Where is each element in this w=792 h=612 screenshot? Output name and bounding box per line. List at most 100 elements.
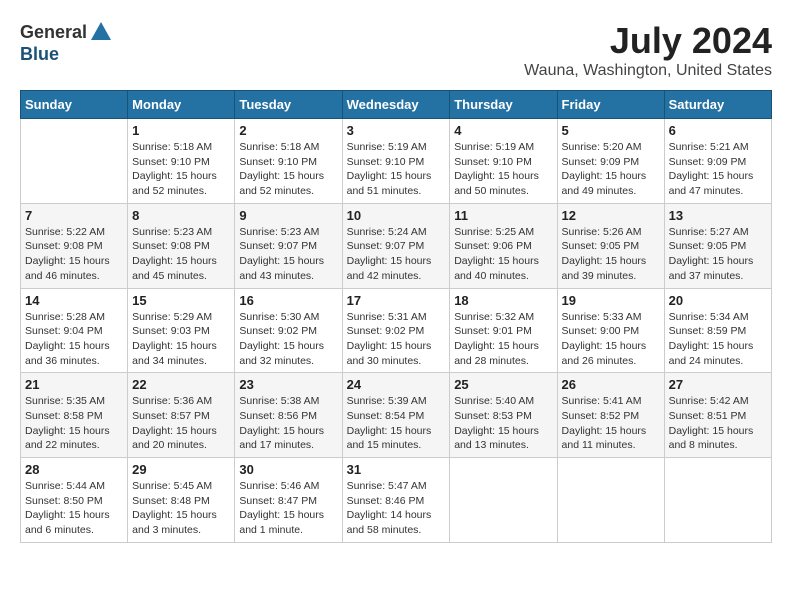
calendar-week-row: 28Sunrise: 5:44 AM Sunset: 8:50 PM Dayli… xyxy=(21,458,772,543)
day-info: Sunrise: 5:38 AM Sunset: 8:56 PM Dayligh… xyxy=(239,394,337,453)
day-info: Sunrise: 5:19 AM Sunset: 9:10 PM Dayligh… xyxy=(347,140,446,199)
calendar-cell: 8Sunrise: 5:23 AM Sunset: 9:08 PM Daylig… xyxy=(128,203,235,288)
day-number: 14 xyxy=(25,293,123,308)
calendar-cell: 20 Sunrise: 5:34 AM Sunset: 8:59 PM Dayli… xyxy=(664,288,771,373)
day-info: Sunrise: 5:31 AM Sunset: 9:02 PM Dayligh… xyxy=(347,310,446,369)
calendar-cell: 13 Sunrise: 5:27 AM Sunset: 9:05 PM Dayli… xyxy=(664,203,771,288)
day-info: Sunrise: 5:22 AM Sunset: 9:08 PM Dayligh… xyxy=(25,225,123,284)
calendar-cell xyxy=(21,119,128,204)
calendar-cell: 6 Sunrise: 5:21 AM Sunset: 9:09 PM Daylig… xyxy=(664,119,771,204)
day-info: Sunrise: 5:30 AM Sunset: 9:02 PM Dayligh… xyxy=(239,310,337,369)
day-number: 21 xyxy=(25,377,123,392)
day-info: Sunrise: 5:39 AM Sunset: 8:54 PM Dayligh… xyxy=(347,394,446,453)
day-number: 22 xyxy=(132,377,230,392)
calendar-cell: 17Sunrise: 5:31 AM Sunset: 9:02 PM Dayli… xyxy=(342,288,450,373)
day-number: 1 xyxy=(132,123,230,138)
calendar-cell: 12 Sunrise: 5:26 AM Sunset: 9:05 PM Dayli… xyxy=(557,203,664,288)
weekday-header: Monday xyxy=(128,91,235,119)
calendar-cell: 28Sunrise: 5:44 AM Sunset: 8:50 PM Dayli… xyxy=(21,458,128,543)
calendar-header-row: SundayMondayTuesdayWednesdayThursdayFrid… xyxy=(21,91,772,119)
calendar-cell: 16 Sunrise: 5:30 AM Sunset: 9:02 PM Dayli… xyxy=(235,288,342,373)
day-info: Sunrise: 5:46 AM Sunset: 8:47 PM Dayligh… xyxy=(239,479,337,538)
weekday-header: Sunday xyxy=(21,91,128,119)
day-info: Sunrise: 5:19 AM Sunset: 9:10 PM Dayligh… xyxy=(454,140,552,199)
day-number: 31 xyxy=(347,462,446,477)
day-info: Sunrise: 5:32 AM Sunset: 9:01 PM Dayligh… xyxy=(454,310,552,369)
logo: General Blue xyxy=(20,20,113,65)
day-info: Sunrise: 5:40 AM Sunset: 8:53 PM Dayligh… xyxy=(454,394,552,453)
calendar-cell: 21 Sunrise: 5:35 AM Sunset: 8:58 PM Dayli… xyxy=(21,373,128,458)
day-number: 16 xyxy=(239,293,337,308)
calendar-cell: 11Sunrise: 5:25 AM Sunset: 9:06 PM Dayli… xyxy=(450,203,557,288)
logo-icon xyxy=(89,20,113,44)
day-number: 5 xyxy=(562,123,660,138)
title-section: July 2024 Wauna, Washington, United Stat… xyxy=(524,20,772,80)
day-info: Sunrise: 5:26 AM Sunset: 9:05 PM Dayligh… xyxy=(562,225,660,284)
location-title: Wauna, Washington, United States xyxy=(524,62,772,80)
calendar-cell: 18 Sunrise: 5:32 AM Sunset: 9:01 PM Dayli… xyxy=(450,288,557,373)
calendar-week-row: 14Sunrise: 5:28 AM Sunset: 9:04 PM Dayli… xyxy=(21,288,772,373)
day-info: Sunrise: 5:34 AM Sunset: 8:59 PM Dayligh… xyxy=(669,310,767,369)
day-number: 3 xyxy=(347,123,446,138)
day-number: 8 xyxy=(132,208,230,223)
calendar-week-row: 7 Sunrise: 5:22 AM Sunset: 9:08 PM Daylig… xyxy=(21,203,772,288)
logo-general-text: General xyxy=(20,22,87,43)
calendar-cell xyxy=(450,458,557,543)
calendar-cell: 30Sunrise: 5:46 AM Sunset: 8:47 PM Dayli… xyxy=(235,458,342,543)
day-info: Sunrise: 5:36 AM Sunset: 8:57 PM Dayligh… xyxy=(132,394,230,453)
day-info: Sunrise: 5:41 AM Sunset: 8:52 PM Dayligh… xyxy=(562,394,660,453)
day-number: 7 xyxy=(25,208,123,223)
day-number: 12 xyxy=(562,208,660,223)
day-info: Sunrise: 5:24 AM Sunset: 9:07 PM Dayligh… xyxy=(347,225,446,284)
day-number: 13 xyxy=(669,208,767,223)
logo-blue-text: Blue xyxy=(20,44,59,65)
calendar-cell: 9 Sunrise: 5:23 AM Sunset: 9:07 PM Daylig… xyxy=(235,203,342,288)
day-number: 2 xyxy=(239,123,337,138)
calendar-cell xyxy=(664,458,771,543)
day-number: 10 xyxy=(347,208,446,223)
day-info: Sunrise: 5:27 AM Sunset: 9:05 PM Dayligh… xyxy=(669,225,767,284)
day-info: Sunrise: 5:23 AM Sunset: 9:07 PM Dayligh… xyxy=(239,225,337,284)
day-number: 15 xyxy=(132,293,230,308)
day-number: 11 xyxy=(454,208,552,223)
page-header: General Blue July 2024 Wauna, Washington… xyxy=(20,20,772,80)
day-number: 4 xyxy=(454,123,552,138)
calendar-cell xyxy=(557,458,664,543)
calendar-table: SundayMondayTuesdayWednesdayThursdayFrid… xyxy=(20,90,772,543)
month-title: July 2024 xyxy=(524,20,772,62)
calendar-cell: 3 Sunrise: 5:19 AM Sunset: 9:10 PM Daylig… xyxy=(342,119,450,204)
weekday-header: Thursday xyxy=(450,91,557,119)
calendar-cell: 29Sunrise: 5:45 AM Sunset: 8:48 PM Dayli… xyxy=(128,458,235,543)
day-number: 25 xyxy=(454,377,552,392)
day-number: 9 xyxy=(239,208,337,223)
calendar-cell: 24 Sunrise: 5:39 AM Sunset: 8:54 PM Dayli… xyxy=(342,373,450,458)
day-info: Sunrise: 5:44 AM Sunset: 8:50 PM Dayligh… xyxy=(25,479,123,538)
day-number: 18 xyxy=(454,293,552,308)
day-info: Sunrise: 5:18 AM Sunset: 9:10 PM Dayligh… xyxy=(239,140,337,199)
calendar-week-row: 21 Sunrise: 5:35 AM Sunset: 8:58 PM Dayli… xyxy=(21,373,772,458)
calendar-cell: 7 Sunrise: 5:22 AM Sunset: 9:08 PM Daylig… xyxy=(21,203,128,288)
weekday-header: Tuesday xyxy=(235,91,342,119)
calendar-cell: 23 Sunrise: 5:38 AM Sunset: 8:56 PM Dayli… xyxy=(235,373,342,458)
weekday-header: Saturday xyxy=(664,91,771,119)
calendar-cell: 10 Sunrise: 5:24 AM Sunset: 9:07 PM Dayli… xyxy=(342,203,450,288)
day-info: Sunrise: 5:18 AM Sunset: 9:10 PM Dayligh… xyxy=(132,140,230,199)
day-info: Sunrise: 5:21 AM Sunset: 9:09 PM Dayligh… xyxy=(669,140,767,199)
calendar-cell: 26Sunrise: 5:41 AM Sunset: 8:52 PM Dayli… xyxy=(557,373,664,458)
day-number: 20 xyxy=(669,293,767,308)
day-number: 6 xyxy=(669,123,767,138)
day-info: Sunrise: 5:42 AM Sunset: 8:51 PM Dayligh… xyxy=(669,394,767,453)
calendar-week-row: 1 Sunrise: 5:18 AM Sunset: 9:10 PM Daylig… xyxy=(21,119,772,204)
calendar-cell: 22 Sunrise: 5:36 AM Sunset: 8:57 PM Dayli… xyxy=(128,373,235,458)
day-info: Sunrise: 5:35 AM Sunset: 8:58 PM Dayligh… xyxy=(25,394,123,453)
calendar-cell: 31Sunrise: 5:47 AM Sunset: 8:46 PM Dayli… xyxy=(342,458,450,543)
calendar-cell: 15 Sunrise: 5:29 AM Sunset: 9:03 PM Dayli… xyxy=(128,288,235,373)
calendar-cell: 19Sunrise: 5:33 AM Sunset: 9:00 PM Dayli… xyxy=(557,288,664,373)
day-number: 23 xyxy=(239,377,337,392)
day-info: Sunrise: 5:29 AM Sunset: 9:03 PM Dayligh… xyxy=(132,310,230,369)
weekday-header: Friday xyxy=(557,91,664,119)
day-number: 27 xyxy=(669,377,767,392)
day-number: 24 xyxy=(347,377,446,392)
day-number: 19 xyxy=(562,293,660,308)
calendar-cell: 14Sunrise: 5:28 AM Sunset: 9:04 PM Dayli… xyxy=(21,288,128,373)
